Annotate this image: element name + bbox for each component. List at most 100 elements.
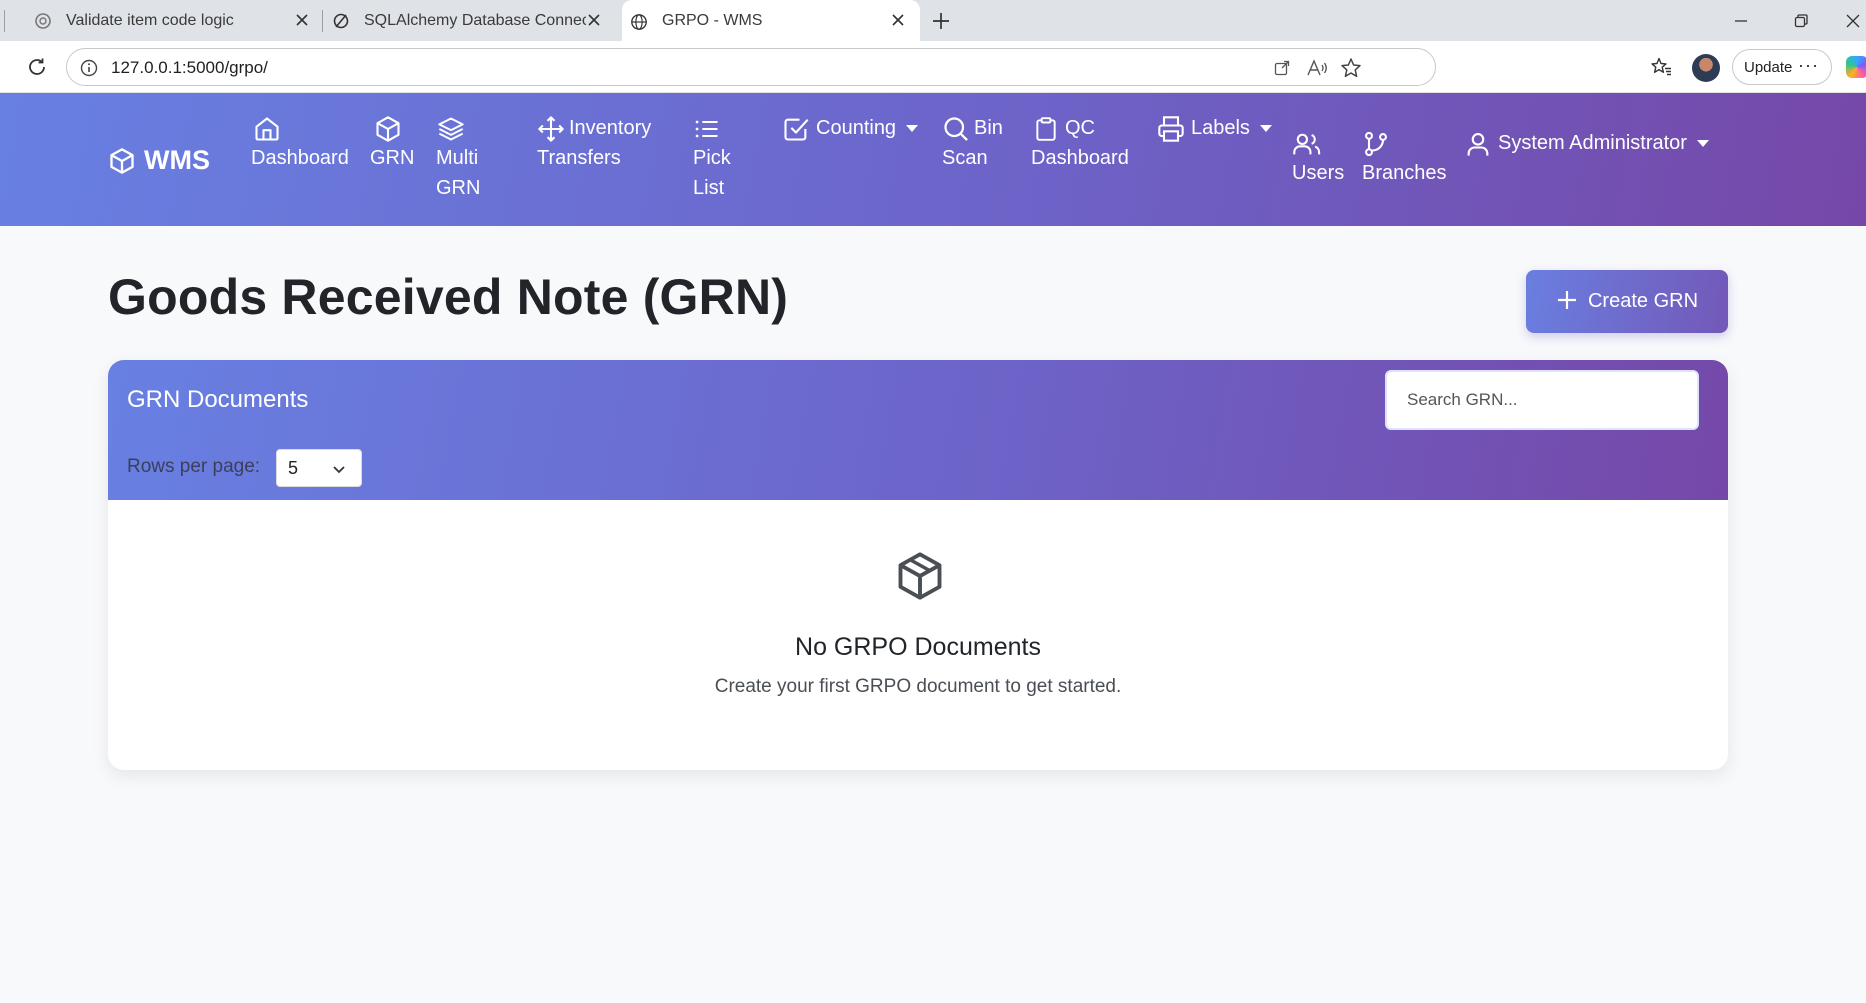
- box-icon: [376, 116, 400, 142]
- rows-per-page-select[interactable]: 5: [276, 449, 362, 487]
- nav-label: GRN: [436, 177, 481, 199]
- tab-title: Validate item code logic: [66, 11, 234, 29]
- nav-inventory-transfers[interactable]: Inventory Transfers: [537, 113, 651, 173]
- box-icon: [110, 147, 134, 174]
- nav-bin-scan[interactable]: Bin Scan: [942, 113, 1003, 173]
- page-title: Goods Received Note (GRN): [108, 269, 789, 325]
- list-icon: [695, 120, 718, 138]
- create-grn-label: Create GRN: [1587, 290, 1699, 312]
- browser-tabstrip: Validate item code logic SQLAlchemy Data…: [0, 0, 1866, 41]
- brand-name: WMS: [144, 145, 210, 175]
- check-square-icon: [784, 118, 809, 141]
- restore-icon: [1794, 14, 1808, 28]
- copilot-icon[interactable]: [1846, 56, 1866, 78]
- caret-down-icon: [1259, 125, 1272, 133]
- home-icon: [255, 117, 279, 141]
- tab-separator: [4, 10, 5, 32]
- nav-counting-dropdown[interactable]: Counting: [782, 113, 919, 143]
- url-bar[interactable]: 127.0.0.1:5000/grpo/: [66, 48, 1436, 86]
- close-icon[interactable]: [584, 10, 604, 30]
- nav-label: Dashboard: [251, 147, 349, 169]
- close-icon[interactable]: [888, 10, 908, 30]
- nav-grn[interactable]: GRN: [370, 113, 414, 173]
- sqlalchemy-icon: [332, 12, 350, 30]
- close-icon: [1846, 14, 1860, 28]
- card-title: GRN Documents: [127, 386, 309, 413]
- clipboard-icon: [1036, 116, 1056, 141]
- card-header: GRN Documents Rows per page: 5: [108, 360, 1728, 500]
- nav-label: Branches: [1362, 162, 1447, 184]
- nav-pick-list[interactable]: Pick List: [693, 113, 731, 203]
- browser-address-bar: 127.0.0.1:5000/grpo/ Update ···: [0, 41, 1866, 93]
- browser-tab-validate[interactable]: Validate item code logic: [34, 0, 324, 41]
- close-icon[interactable]: [292, 10, 312, 30]
- create-grn-button[interactable]: Create GRN: [1526, 270, 1728, 333]
- nav-label: Bin: [974, 117, 1003, 139]
- brand-logo[interactable]: WMS: [108, 145, 210, 176]
- layers-icon: [438, 117, 464, 141]
- more-icon[interactable]: ···: [1798, 55, 1819, 76]
- tab-title: SQLAlchemy Database Connectio: [364, 11, 586, 29]
- profile-avatar[interactable]: [1692, 54, 1720, 82]
- nav-label: List: [693, 177, 725, 199]
- caret-down-icon: [1696, 140, 1709, 148]
- plus-icon: [933, 13, 949, 29]
- nav-label: Users: [1292, 162, 1345, 184]
- rows-per-page-label: Rows per page:: [127, 456, 261, 477]
- plus-icon: [1556, 287, 1578, 317]
- nav-label: GRN: [370, 147, 415, 169]
- browser-tab-grpo[interactable]: GRPO - WMS: [622, 0, 920, 41]
- nav-label: System Administrator: [1498, 132, 1687, 154]
- read-aloud-icon[interactable]: [1305, 56, 1329, 80]
- nav-label: Transfers: [537, 147, 621, 169]
- caret-down-icon: [906, 125, 919, 133]
- globe-icon: [630, 12, 648, 30]
- update-label: Update: [1744, 58, 1793, 76]
- nav-label: Counting: [816, 117, 897, 139]
- reload-icon: [29, 58, 45, 75]
- search-icon: [944, 117, 968, 141]
- minimize-icon: [1735, 20, 1747, 22]
- nav-label: QC: [1065, 117, 1095, 139]
- rows-per-page-value: 5: [288, 457, 299, 478]
- tab-separator: [322, 10, 323, 32]
- user-icon: [1467, 132, 1489, 156]
- grn-documents-card: GRN Documents Rows per page: 5 No GRPO D…: [108, 360, 1728, 770]
- search-grn-input[interactable]: [1385, 370, 1699, 430]
- nav-label: Labels: [1191, 117, 1250, 139]
- printer-icon: [1158, 116, 1184, 142]
- app-navbar: WMS Dashboard GRN Multi GRN Inventory Tr…: [0, 93, 1866, 226]
- browser-update-button[interactable]: Update ···: [1732, 49, 1832, 85]
- favorite-star-icon[interactable]: [1339, 56, 1363, 80]
- move-icon: [538, 116, 564, 142]
- nav-dashboard[interactable]: Dashboard: [251, 113, 349, 173]
- users-icon: [1293, 133, 1321, 155]
- new-tab-button[interactable]: [928, 8, 954, 34]
- nav-label: Scan: [942, 147, 988, 169]
- chevron-down-icon: [333, 466, 345, 474]
- open-external-icon[interactable]: [1270, 56, 1294, 80]
- minimize-button[interactable]: [1728, 8, 1754, 34]
- nav-qc-dashboard[interactable]: QC Dashboard: [1031, 113, 1129, 173]
- empty-state-subtitle: Create your first GRPO document to get s…: [714, 676, 1122, 697]
- restore-button[interactable]: [1788, 8, 1814, 34]
- reload-button[interactable]: [24, 54, 50, 80]
- nav-label: Multi: [436, 147, 479, 169]
- browser-tab-sqlalchemy[interactable]: SQLAlchemy Database Connectio: [332, 0, 620, 41]
- nav-user-menu-dropdown[interactable]: System Administrator: [1464, 128, 1709, 158]
- nav-label: Dashboard: [1031, 147, 1129, 169]
- nav-branches[interactable]: Branches: [1362, 128, 1447, 188]
- nav-label: Pick: [693, 147, 731, 169]
- nav-multi-grn[interactable]: Multi GRN: [436, 113, 480, 203]
- empty-state-title: No GRPO Documents: [795, 633, 1041, 661]
- tab-title: GRPO - WMS: [662, 11, 763, 29]
- empty-box-icon: [898, 552, 942, 600]
- nav-labels-dropdown[interactable]: Labels: [1157, 113, 1272, 143]
- nav-users[interactable]: Users: [1292, 128, 1344, 188]
- git-branch-icon: [1365, 131, 1387, 156]
- openai-icon: [34, 12, 52, 30]
- site-info-icon[interactable]: [79, 58, 99, 78]
- url-text[interactable]: 127.0.0.1:5000/grpo/: [111, 58, 268, 78]
- close-window-button[interactable]: [1840, 8, 1866, 34]
- favorites-icon[interactable]: [1648, 54, 1674, 80]
